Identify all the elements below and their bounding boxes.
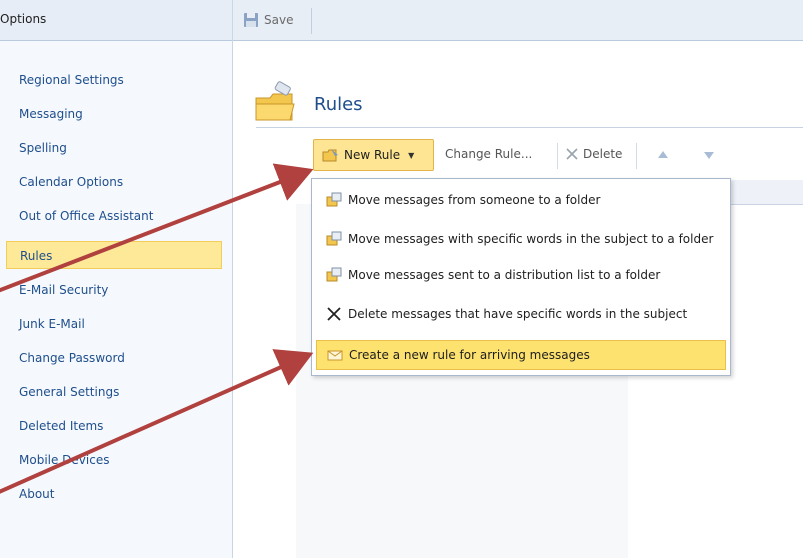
- main-toolbar: Save: [233, 0, 803, 41]
- delete-x-icon: [327, 307, 341, 321]
- move-up-icon[interactable]: [657, 150, 669, 160]
- rules-folder-icon: [255, 81, 295, 121]
- menu-item-label: Move messages sent to a distribution lis…: [348, 268, 661, 282]
- move-down-icon[interactable]: [703, 150, 715, 160]
- nav-item-junk-email[interactable]: Junk E-Mail: [6, 310, 222, 338]
- menu-item-create-new-rule[interactable]: Create a new rule for arriving messages: [316, 340, 726, 370]
- save-disk-icon: [244, 13, 258, 27]
- new-rule-button[interactable]: New Rule ▼: [313, 139, 434, 171]
- envelope-icon: [327, 350, 343, 361]
- nav-item-about[interactable]: About: [6, 480, 222, 508]
- save-button[interactable]: Save: [243, 9, 293, 31]
- menu-item-delete-specific-words[interactable]: Delete messages that have specific words…: [316, 299, 726, 329]
- nav-item-spelling[interactable]: Spelling: [6, 134, 222, 162]
- new-rule-label: New Rule: [344, 148, 401, 162]
- title-divider: [256, 127, 803, 128]
- nav-item-rules[interactable]: Rules: [6, 241, 222, 269]
- change-rule-button[interactable]: Change Rule...: [445, 147, 532, 161]
- menu-item-move-specific-words[interactable]: Move messages with specific words in the…: [316, 224, 726, 254]
- nav-item-deleted-items[interactable]: Deleted Items: [6, 412, 222, 440]
- nav-item-mobile-devices[interactable]: Mobile Devices: [6, 446, 222, 474]
- chevron-down-icon: ▼: [408, 150, 415, 160]
- menu-item-label: Move messages from someone to a folder: [348, 193, 601, 207]
- new-rule-menu: Move messages from someone to a folder M…: [311, 178, 731, 376]
- nav-item-general-settings[interactable]: General Settings: [6, 378, 222, 406]
- delete-x-icon: [566, 148, 578, 160]
- page-title: Rules: [314, 94, 363, 115]
- menu-item-label: Delete messages that have specific words…: [348, 307, 688, 321]
- nav-item-calendar-options[interactable]: Calendar Options: [6, 168, 222, 196]
- options-header: Options: [0, 0, 232, 41]
- nav-item-regional-settings[interactable]: Regional Settings: [6, 66, 222, 94]
- nav-item-out-of-office[interactable]: Out of Office Assistant: [6, 202, 222, 230]
- menu-item-label: Move messages with specific words in the…: [348, 232, 714, 246]
- menu-item-label: Create a new rule for arriving messages: [349, 348, 590, 362]
- move-folder-icon: [326, 267, 342, 282]
- new-rule-folder-icon: [322, 149, 338, 162]
- delete-label: Delete: [583, 147, 623, 161]
- delete-button[interactable]: Delete: [566, 147, 622, 161]
- menu-item-move-from-someone[interactable]: Move messages from someone to a folder: [316, 185, 726, 215]
- save-label: Save: [264, 13, 294, 27]
- options-title: Options: [0, 12, 47, 26]
- move-folder-icon: [326, 231, 342, 246]
- nav-item-messaging[interactable]: Messaging: [6, 100, 222, 128]
- rules-toolbar-divider: [557, 143, 558, 169]
- nav-item-email-security[interactable]: E-Mail Security: [6, 276, 222, 304]
- move-folder-icon: [326, 192, 342, 207]
- menu-item-move-distribution-list[interactable]: Move messages sent to a distribution lis…: [316, 260, 726, 290]
- options-pane: Options Regional Settings Messaging Spel…: [0, 0, 233, 558]
- toolbar-divider: [311, 8, 312, 34]
- nav-item-change-password[interactable]: Change Password: [6, 344, 222, 372]
- rules-toolbar-divider: [636, 143, 637, 169]
